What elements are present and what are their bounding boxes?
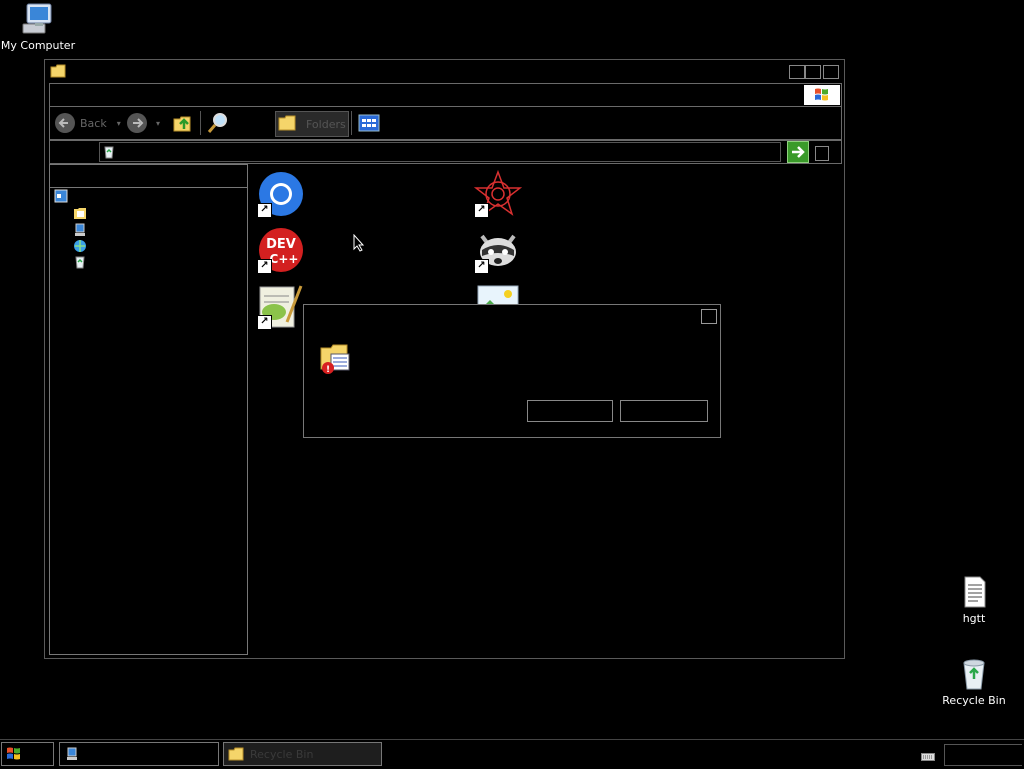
dialog-ok-button[interactable] bbox=[527, 400, 613, 422]
recycle-bin-icon bbox=[104, 146, 114, 159]
windows-logo-icon bbox=[804, 85, 840, 105]
tree-item-desktop[interactable] bbox=[54, 189, 68, 203]
mouse-cursor-icon bbox=[353, 233, 365, 252]
keyboard-icon[interactable] bbox=[921, 751, 935, 761]
desktop-icon bbox=[54, 189, 68, 203]
svg-text:!: ! bbox=[326, 365, 330, 375]
shortcut-arrow-icon: ↗ bbox=[257, 259, 272, 274]
content-item-raccoon-app[interactable]: ↗ bbox=[474, 226, 522, 274]
toolbar-separator bbox=[200, 111, 201, 135]
toolbar: Back ▾ ▾ Folders bbox=[49, 106, 842, 140]
taskbar-item-recycle-bin[interactable]: Recycle Bin bbox=[223, 742, 382, 766]
folders-pane-header bbox=[50, 165, 247, 188]
folder-icon bbox=[228, 747, 244, 761]
taskbar: Recycle Bin bbox=[0, 739, 1024, 769]
search-icon bbox=[207, 113, 227, 133]
window-titlebar[interactable] bbox=[45, 60, 844, 82]
computer-icon bbox=[67, 747, 77, 760]
folder-error-icon: ! bbox=[319, 342, 353, 376]
go-button[interactable] bbox=[787, 141, 809, 163]
desktop-icon-label: My Computer bbox=[0, 39, 76, 52]
back-button[interactable]: Back ▾ bbox=[54, 111, 121, 135]
address-input[interactable] bbox=[99, 142, 829, 162]
content-item-cyberlink[interactable]: ↗ bbox=[473, 169, 523, 218]
folders-button[interactable]: Folders bbox=[275, 111, 349, 137]
forward-arrow-icon bbox=[127, 113, 147, 133]
back-label: Back bbox=[80, 116, 107, 130]
desktop-icon-label: Recycle Bin bbox=[942, 694, 1006, 707]
photos-icon bbox=[477, 285, 519, 304]
minimize-button[interactable] bbox=[789, 65, 805, 79]
address-bar bbox=[49, 140, 842, 164]
up-folder-button[interactable] bbox=[172, 111, 194, 135]
taskbar-item-label: Recycle Bin bbox=[250, 747, 314, 761]
svg-text:DEV: DEV bbox=[266, 237, 296, 252]
folders-label: Folders bbox=[306, 117, 346, 131]
tree-item-recycle-bin[interactable] bbox=[73, 255, 87, 269]
views-button[interactable] bbox=[358, 111, 380, 135]
text-document-icon bbox=[957, 575, 991, 609]
recycle-bin-icon bbox=[957, 657, 991, 691]
dialog-close-button[interactable] bbox=[701, 309, 717, 324]
content-item-chrome[interactable]: ↗ bbox=[257, 170, 305, 218]
desktop-icon-my-computer[interactable]: My Computer bbox=[0, 2, 78, 52]
folders-icon bbox=[278, 115, 296, 131]
error-dialog: ! bbox=[303, 304, 721, 438]
search-button[interactable] bbox=[206, 111, 230, 135]
chevron-down-icon: ▾ bbox=[116, 118, 121, 128]
tree-item-my-documents[interactable] bbox=[73, 206, 87, 220]
content-item-dev-cpp[interactable]: DEV C++ ↗ bbox=[257, 226, 305, 274]
chevron-down-icon: ▾ bbox=[156, 118, 161, 128]
recycle-bin-icon bbox=[75, 256, 85, 269]
up-folder-icon bbox=[173, 116, 191, 132]
windows-flag-icon bbox=[7, 747, 20, 760]
maximize-button[interactable] bbox=[805, 65, 821, 79]
shortcut-arrow-icon: ↗ bbox=[474, 203, 489, 218]
folder-icon bbox=[50, 64, 66, 78]
forward-button[interactable]: ▾ bbox=[126, 111, 160, 135]
content-item-photos[interactable] bbox=[474, 282, 522, 304]
toolbar-separator bbox=[351, 111, 352, 135]
network-icon bbox=[74, 240, 86, 252]
desktop-icon-recycle-bin[interactable]: Recycle Bin bbox=[934, 657, 1014, 707]
my-documents-icon bbox=[74, 208, 86, 219]
dialog-cancel-button[interactable] bbox=[620, 400, 708, 422]
go-arrow-icon bbox=[792, 146, 805, 158]
content-item-notepad-plus-plus[interactable]: ↗ bbox=[257, 282, 305, 330]
tree-item-network[interactable] bbox=[73, 239, 87, 253]
my-computer-icon bbox=[21, 2, 55, 36]
tree-item-my-computer[interactable] bbox=[73, 223, 87, 237]
start-button[interactable] bbox=[1, 742, 54, 766]
taskbar-item-computer[interactable] bbox=[59, 742, 219, 766]
shortcut-arrow-icon: ↗ bbox=[474, 259, 489, 274]
desktop-icon-hgtt[interactable]: hgtt bbox=[934, 575, 1014, 625]
computer-icon bbox=[75, 223, 85, 236]
folders-pane bbox=[49, 164, 248, 655]
back-arrow-icon bbox=[55, 113, 75, 133]
system-tray bbox=[944, 744, 1022, 766]
desktop-icon-label: hgtt bbox=[962, 612, 986, 625]
shortcut-arrow-icon: ↗ bbox=[257, 203, 272, 218]
menu-bar bbox=[49, 83, 842, 107]
shortcut-arrow-icon: ↗ bbox=[257, 315, 272, 330]
close-button[interactable] bbox=[823, 65, 839, 79]
views-icon bbox=[358, 114, 380, 132]
address-dropdown-button[interactable] bbox=[815, 146, 829, 161]
svg-text:C++: C++ bbox=[270, 252, 299, 266]
